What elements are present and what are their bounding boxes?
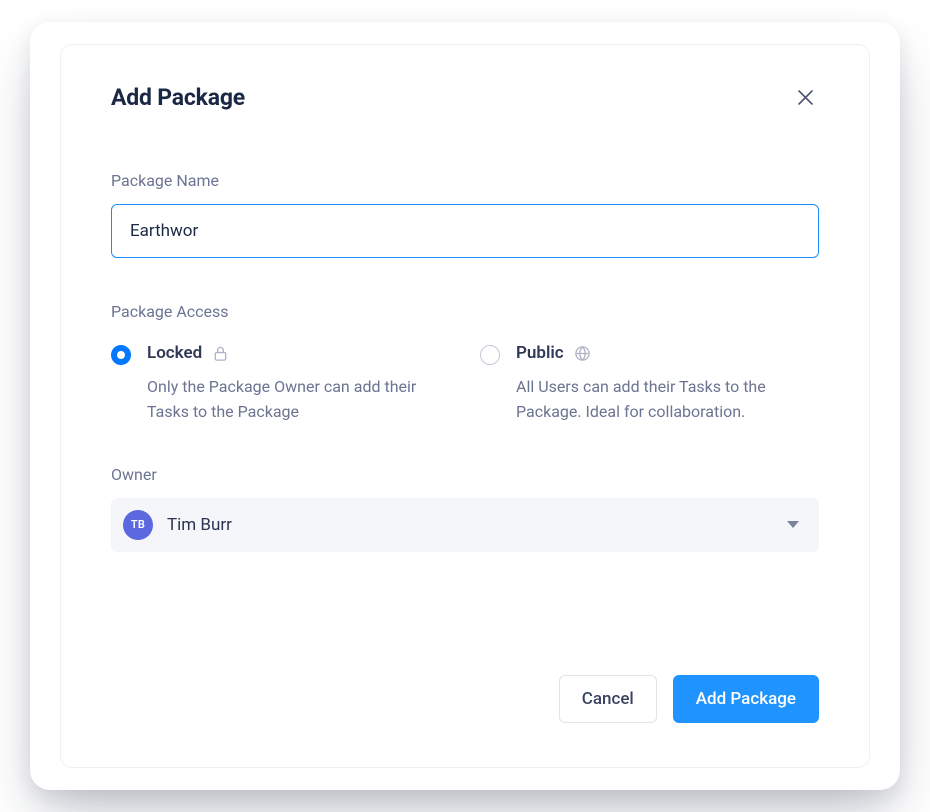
radio-title-row: Locked — [147, 343, 450, 363]
modal-footer: Cancel Add Package — [559, 675, 819, 723]
package-access-label: Package Access — [111, 302, 819, 321]
cancel-button[interactable]: Cancel — [559, 675, 657, 723]
radio-unchecked-icon — [480, 345, 500, 365]
owner-select[interactable]: TB Tim Burr — [111, 498, 819, 552]
modal-title: Add Package — [111, 84, 245, 111]
package-name-input-wrap — [111, 204, 819, 258]
access-option-public[interactable]: Public All Users can add their Tasks to … — [480, 343, 819, 425]
owner-label: Owner — [111, 465, 819, 484]
access-public-label: Public — [516, 343, 564, 363]
add-package-modal: Add Package Package Name Package Access — [30, 22, 900, 790]
package-name-label: Package Name — [111, 171, 819, 190]
owner-name: Tim Burr — [167, 515, 787, 535]
radio-body: Locked Only the Package Owner can add th… — [147, 343, 450, 425]
lock-icon — [212, 345, 229, 362]
package-access-options: Locked Only the Package Owner can add th… — [111, 343, 819, 425]
access-option-locked[interactable]: Locked Only the Package Owner can add th… — [111, 343, 450, 425]
radio-checked-icon — [111, 345, 131, 365]
globe-icon — [574, 345, 591, 362]
access-locked-label: Locked — [147, 343, 202, 363]
package-access-field: Package Access Locked — [111, 302, 819, 425]
radio-body: Public All Users can add their Tasks to … — [516, 343, 819, 425]
package-name-field: Package Name — [111, 171, 819, 258]
radio-title-row: Public — [516, 343, 819, 363]
close-button[interactable] — [791, 83, 819, 111]
access-locked-desc: Only the Package Owner can add their Tas… — [147, 375, 447, 425]
add-package-button[interactable]: Add Package — [673, 675, 819, 723]
modal-header: Add Package — [61, 45, 869, 111]
access-public-desc: All Users can add their Tasks to the Pac… — [516, 375, 816, 425]
close-icon — [798, 90, 813, 105]
package-name-input[interactable] — [111, 204, 819, 258]
chevron-down-icon — [787, 521, 799, 528]
avatar: TB — [123, 510, 153, 540]
modal-inner: Add Package Package Name Package Access — [60, 44, 870, 768]
owner-field: Owner TB Tim Burr — [111, 465, 819, 552]
modal-body: Package Name Package Access Locked — [61, 111, 869, 552]
